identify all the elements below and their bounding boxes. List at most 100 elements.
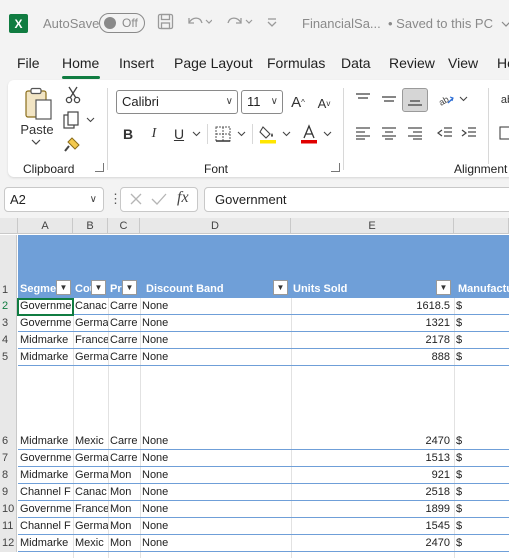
- orientation-icon[interactable]: ab: [436, 90, 456, 108]
- row-header[interactable]: 12: [0, 535, 17, 552]
- wrap-text-button[interactable]: ab: [500, 92, 509, 108]
- cell-d[interactable]: None: [140, 518, 291, 535]
- merge-icon[interactable]: [498, 124, 509, 142]
- tab-review[interactable]: Review: [389, 55, 435, 71]
- cell-a[interactable]: Channel F: [18, 518, 73, 535]
- cell-f[interactable]: $: [454, 450, 509, 467]
- cell-c[interactable]: Carre: [108, 332, 140, 349]
- font-color-icon[interactable]: [300, 124, 318, 144]
- cell-f[interactable]: $: [454, 298, 509, 315]
- cell-e[interactable]: 1899: [291, 501, 454, 518]
- cell-f[interactable]: $: [454, 349, 509, 366]
- italic-button[interactable]: I: [146, 125, 162, 143]
- more-options-icon[interactable]: ⋮: [109, 191, 122, 207]
- cell-a[interactable]: Governme: [18, 450, 73, 467]
- cell-a[interactable]: Midmarke: [18, 467, 73, 484]
- column-header-d[interactable]: D: [140, 218, 291, 234]
- cell-f[interactable]: $: [454, 501, 509, 518]
- copy-dropdown-icon[interactable]: [85, 116, 95, 124]
- cell-e[interactable]: 921: [291, 467, 454, 484]
- tab-file[interactable]: File: [17, 55, 40, 71]
- row-header[interactable]: 3: [0, 315, 17, 332]
- cell-f[interactable]: $: [454, 535, 509, 552]
- formula-input[interactable]: Government: [204, 187, 509, 212]
- cell-b[interactable]: France: [73, 332, 108, 349]
- cell-f[interactable]: $: [454, 332, 509, 349]
- font-color-dropdown-icon[interactable]: [322, 130, 332, 138]
- cell-c[interactable]: Mon: [108, 484, 140, 501]
- row-header[interactable]: 7: [0, 450, 17, 467]
- cell-f[interactable]: $: [454, 467, 509, 484]
- borders-dropdown-icon[interactable]: [236, 130, 246, 138]
- grow-font-icon[interactable]: A ^: [288, 92, 308, 112]
- font-name-select[interactable]: Calibri ∨: [116, 90, 238, 114]
- font-size-select[interactable]: 11 ∨: [241, 90, 283, 114]
- cell-a[interactable]: Midmarke: [18, 433, 73, 450]
- cell-c[interactable]: Carre: [108, 450, 140, 467]
- cell-d[interactable]: None: [140, 332, 291, 349]
- cell-b[interactable]: Germa: [73, 518, 108, 535]
- cell-a[interactable]: Governme: [18, 298, 73, 315]
- cell-e[interactable]: 2518: [291, 484, 454, 501]
- tab-view[interactable]: View: [448, 55, 478, 71]
- cell-d[interactable]: None: [140, 535, 291, 552]
- cell-c[interactable]: Carre: [108, 433, 140, 450]
- format-painter-icon[interactable]: [63, 136, 81, 154]
- paste-dropdown-icon[interactable]: [29, 137, 43, 147]
- cell-a[interactable]: Midmarke: [18, 332, 73, 349]
- cell-b[interactable]: France: [73, 501, 108, 518]
- filter-dropdown-icon[interactable]: ▼: [91, 280, 106, 295]
- column-header-c[interactable]: C: [108, 218, 140, 234]
- row-header[interactable]: 9: [0, 484, 17, 501]
- file-title[interactable]: FinancialSa... • Saved to this PC: [302, 16, 509, 31]
- cell-f[interactable]: $: [454, 315, 509, 332]
- cell-d[interactable]: None: [140, 467, 291, 484]
- cell-e[interactable]: 1513: [291, 450, 454, 467]
- tab-page-layout[interactable]: Page Layout: [174, 55, 253, 71]
- cell-b[interactable]: Mexic: [73, 535, 108, 552]
- shrink-font-icon[interactable]: Av: [314, 93, 334, 113]
- align-right-icon[interactable]: [406, 124, 424, 142]
- cell-c[interactable]: Carre: [108, 349, 140, 366]
- tab-formulas[interactable]: Formulas: [267, 55, 325, 71]
- cell-e[interactable]: 2470: [291, 535, 454, 552]
- cell-d[interactable]: None: [140, 501, 291, 518]
- cell-e[interactable]: 1321: [291, 315, 454, 332]
- cell-e[interactable]: 1618.5: [291, 298, 454, 315]
- bottom-align-icon[interactable]: [402, 88, 428, 112]
- cell-b[interactable]: Mexic: [73, 433, 108, 450]
- row-header[interactable]: 2: [0, 298, 17, 315]
- cell-b[interactable]: Germa: [73, 315, 108, 332]
- align-left-icon[interactable]: [354, 124, 372, 142]
- filter-dropdown-icon[interactable]: ▼: [436, 280, 451, 295]
- cell-b[interactable]: Germa: [73, 467, 108, 484]
- copy-icon[interactable]: [62, 111, 80, 129]
- cell-a[interactable]: Governme: [18, 501, 73, 518]
- cut-icon[interactable]: [64, 86, 82, 104]
- row-header[interactable]: 6: [0, 433, 17, 450]
- fill-color-icon[interactable]: [258, 124, 278, 144]
- row-header[interactable]: 4: [0, 332, 17, 349]
- row-header[interactable]: 11: [0, 518, 17, 535]
- name-box[interactable]: A2 ∨: [4, 187, 104, 212]
- cell-e[interactable]: 2470: [291, 433, 454, 450]
- column-header-f[interactable]: [454, 218, 509, 234]
- row-header[interactable]: 10: [0, 501, 17, 518]
- tab-help[interactable]: He: [497, 55, 509, 71]
- cell-c[interactable]: Mon: [108, 501, 140, 518]
- filter-dropdown-icon[interactable]: ▼: [273, 280, 288, 295]
- filter-dropdown-icon[interactable]: ▼: [122, 280, 137, 295]
- cell-a[interactable]: Midmarke: [18, 349, 73, 366]
- clipboard-launcher-icon[interactable]: [95, 163, 104, 172]
- paste-icon[interactable]: [20, 86, 56, 122]
- autosave-toggle[interactable]: Off: [99, 13, 145, 33]
- row-header[interactable]: 1: [0, 235, 17, 298]
- underline-button[interactable]: U: [171, 125, 187, 143]
- cell-d[interactable]: None: [140, 433, 291, 450]
- cell-a[interactable]: Governme: [18, 315, 73, 332]
- middle-align-icon[interactable]: [380, 90, 398, 108]
- insert-function-icon[interactable]: fx: [177, 189, 189, 207]
- tab-home[interactable]: Home: [62, 55, 99, 71]
- cell-a[interactable]: Midmarke: [18, 535, 73, 552]
- customize-icon[interactable]: [266, 13, 278, 34]
